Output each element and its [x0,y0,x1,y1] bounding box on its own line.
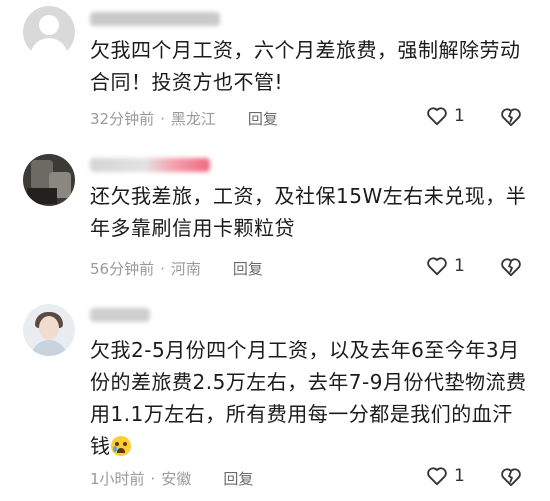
like-button[interactable]: 1 [426,106,465,126]
reply-button[interactable]: 回复 [223,468,253,489]
dislike-button[interactable] [500,107,522,131]
like-button[interactable]: 1 [426,466,465,486]
comment-meta: 56分钟前 · 河南 回复 [90,258,263,279]
broken-heart-outline-icon [501,108,521,127]
comment-location: 河南 [170,260,201,278]
dislike-button[interactable] [500,467,522,491]
avatar[interactable] [23,6,75,58]
reply-button[interactable]: 回复 [233,258,263,279]
comment-meta: 32分钟前 · 黑龙江 回复 [90,108,278,129]
comment-location: 安徽 [161,470,192,488]
comment-item: 欠我四个月工资，六个月差旅费，强制解除劳动合同！投资方也不管! 32分钟前 · … [0,0,550,148]
comment-item: 还欠我差旅，工资，及社保15W左右未兑现，半年多靠刷信用卡颗粒贷 56分钟前 ·… [0,148,550,296]
avatar[interactable] [23,304,75,356]
username-blurred[interactable] [90,158,210,172]
broken-heart-outline-icon [501,468,521,487]
username-blurred[interactable] [90,308,150,322]
reply-button[interactable]: 回复 [248,108,278,129]
separator-dot: · [160,109,165,128]
comment-location: 黑龙江 [170,110,216,128]
like-button[interactable]: 1 [426,256,465,276]
broken-heart-outline-icon [501,258,521,277]
separator-dot: · [150,469,156,488]
crying-face-emoji-icon [110,436,131,456]
comment-time: 32分钟前 [90,110,155,128]
dislike-button[interactable] [500,257,522,281]
comment-text: 还欠我差旅，工资，及社保15W左右未兑现，半年多靠刷信用卡颗粒贷 [90,184,527,240]
comment-text: 欠我四个月工资，六个月差旅费，强制解除劳动合同！投资方也不管! [90,38,521,94]
avatar[interactable] [23,154,75,206]
like-count: 1 [454,256,465,276]
like-count: 1 [454,466,465,486]
separator-dot: · [160,259,165,278]
comment-feed: 欠我四个月工资，六个月差旅费，强制解除劳动合同！投资方也不管! 32分钟前 · … [0,0,550,501]
like-count: 1 [454,106,465,126]
heart-outline-icon [427,467,447,486]
username-blurred[interactable] [90,12,220,26]
comment-meta: 1小时前 · 安徽 回复 [90,468,253,489]
comment-item: 欠我2-5月份四个月工资，以及去年6至今年3月份的差旅费2.5万左右，去年7-9… [0,296,550,501]
heart-outline-icon [427,107,447,126]
comment-text: 欠我2-5月份四个月工资，以及去年6至今年3月份的差旅费2.5万左右，去年7-9… [90,334,530,462]
comment-time: 56分钟前 [90,260,155,278]
comment-time: 1小时前 [90,470,145,488]
comment-text-content: 欠我2-5月份四个月工资，以及去年6至今年3月份的差旅费2.5万左右，去年7-9… [90,338,527,458]
heart-outline-icon [427,257,447,276]
